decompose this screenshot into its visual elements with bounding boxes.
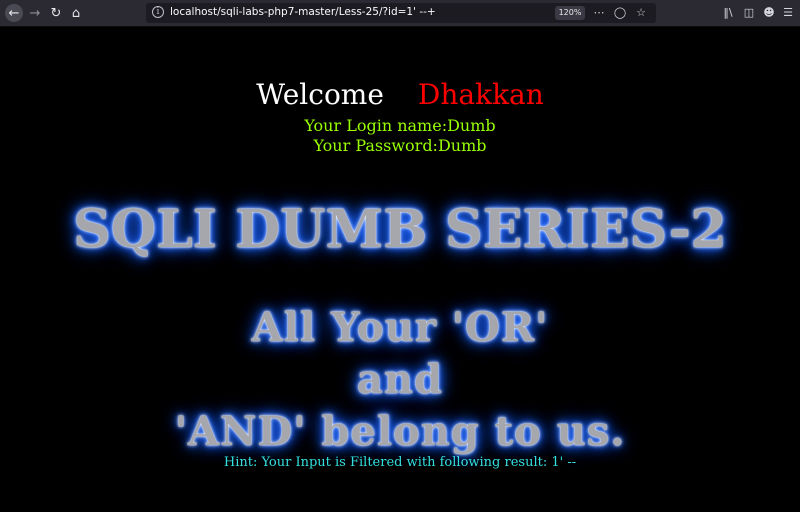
browser-toolbar: ← → ↻ ⌂ i localhost/sqli-labs-php7-maste…	[0, 0, 800, 27]
address-bar[interactable]: i localhost/sqli-labs-php7-master/Less-2…	[146, 3, 656, 23]
account-icon[interactable]: ☻	[761, 5, 777, 21]
library-icon[interactable]: ‖\	[720, 5, 736, 21]
slogan-line-1: All Your 'OR'	[251, 304, 549, 351]
home-button[interactable]: ⌂	[67, 4, 85, 22]
url-text[interactable]: localhost/sqli-labs-php7-master/Less-25/…	[170, 6, 436, 18]
home-icon: ⌂	[71, 5, 81, 21]
back-button[interactable]: ←	[5, 4, 23, 22]
page-content: Welcome Dhakkan Your Login name:Dumb Your…	[0, 28, 800, 512]
username-text: Dhakkan	[417, 78, 544, 111]
sidebar-icon[interactable]: ◫	[741, 5, 757, 21]
password-text: Your Password:Dumb	[313, 136, 487, 155]
arrow-right-icon: →	[29, 5, 41, 21]
arrow-left-icon: ←	[8, 5, 20, 21]
forward-button[interactable]: →	[26, 4, 44, 22]
more-actions-icon[interactable]: ⋯	[592, 5, 606, 20]
menu-icon[interactable]: ☰	[780, 5, 796, 21]
slogan-line-3: 'AND' belong to us.	[174, 408, 626, 455]
login-name-text: Your Login name:Dumb	[304, 116, 496, 135]
reload-icon: ↻	[50, 5, 62, 21]
welcome-text: Welcome	[256, 78, 384, 111]
reload-button[interactable]: ↻	[47, 4, 65, 22]
zoom-level-badge[interactable]: 120%	[555, 6, 585, 20]
page-title-banner: SQLI DUMB SERIES-2	[73, 199, 727, 260]
info-icon[interactable]: i	[152, 6, 164, 18]
pocket-icon[interactable]: ◯	[613, 5, 627, 20]
bookmark-star-icon[interactable]: ☆	[634, 5, 648, 20]
hint-text: Hint: Your Input is Filtered with follow…	[223, 455, 577, 470]
slogan-line-2: and	[357, 356, 443, 403]
welcome-line: Welcome Dhakkan	[0, 78, 800, 112]
